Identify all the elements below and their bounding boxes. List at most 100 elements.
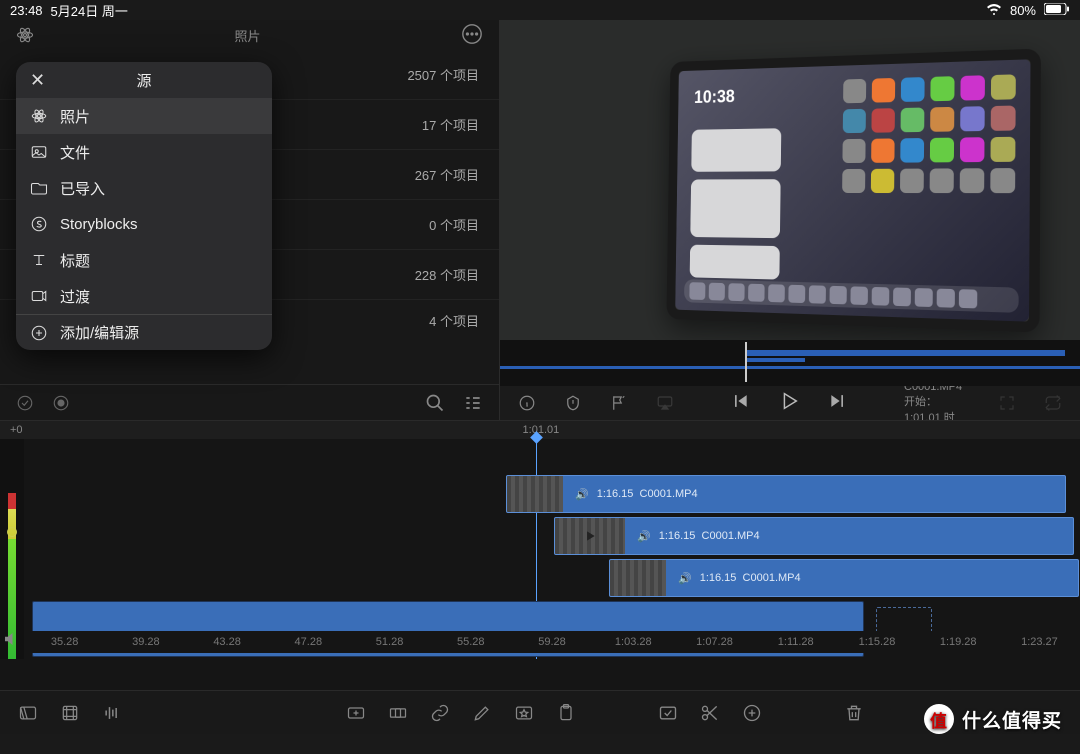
source-popover: ✕ 源 照片文件已导入 Storyblocks 标题过渡添加/编辑源 <box>16 62 272 350</box>
source-item-label: 添加/编辑源 <box>60 322 139 343</box>
source-item-plus[interactable]: 添加/编辑源 <box>16 314 272 350</box>
audio-bars-icon[interactable] <box>102 703 122 723</box>
tracks[interactable]: 🔊 1:16.15 C0001.MP4 🔊 1:16.15 C0001.MP4 … <box>0 439 1080 659</box>
ipad-mockup: 10:38 <box>666 49 1041 333</box>
ruler-tick: 1:23.27 <box>999 636 1080 648</box>
search-icon[interactable] <box>425 393 445 413</box>
star-box-icon[interactable] <box>514 703 534 723</box>
media-type-count: 4 个项目 <box>429 311 499 330</box>
add-rect-icon[interactable] <box>346 703 366 723</box>
airplay-icon[interactable] <box>656 394 674 412</box>
clip-thumb <box>610 560 666 596</box>
watermark-badge-icon: 值 <box>924 704 954 734</box>
play-icon[interactable] <box>778 390 800 417</box>
list-icon[interactable] <box>463 393 483 413</box>
ipad-time: 10:38 <box>694 87 735 108</box>
source-item-label: 文件 <box>60 142 90 163</box>
marker-icon[interactable] <box>564 394 582 412</box>
source-item-storyblocks[interactable]: Storyblocks <box>16 206 272 242</box>
record-icon[interactable] <box>52 394 70 412</box>
volume-icon[interactable] <box>2 630 20 651</box>
library-panel: 照片 2507 个项目 17 个项目 267 个项目 0 个项目 228 个项目… <box>0 20 500 420</box>
add-clip-icon[interactable] <box>18 703 38 723</box>
clipboard-icon[interactable] <box>556 703 576 723</box>
watermark-text: 什么值得买 <box>962 706 1062 733</box>
source-item-transition[interactable]: 过渡 <box>16 278 272 314</box>
row-count: 267 个项目 <box>415 165 479 184</box>
skip-fwd-icon[interactable] <box>828 391 848 416</box>
ruler-tick: 51.28 <box>349 636 430 648</box>
timecode: 1:01.01 <box>523 424 560 436</box>
ruler-tick: 55.28 <box>430 636 511 648</box>
speaker-icon: 🔊 <box>678 572 692 585</box>
source-item-file[interactable]: 文件 <box>16 134 272 170</box>
link-icon[interactable] <box>430 703 450 723</box>
library-toolbar <box>0 384 499 420</box>
library-header: 照片 <box>0 20 499 50</box>
file-icon <box>30 143 48 161</box>
plus-icon <box>30 324 48 342</box>
check-box-icon[interactable] <box>658 703 678 723</box>
wifi-icon <box>986 3 1002 18</box>
source-item-import[interactable]: 已导入 <box>16 170 272 206</box>
source-item-text[interactable]: 标题 <box>16 242 272 278</box>
ruler-tick: 47.28 <box>268 636 349 648</box>
loop-icon[interactable] <box>1044 394 1062 412</box>
row-count: 228 个项目 <box>415 265 479 284</box>
source-item-label: 标题 <box>60 250 90 271</box>
battery-icon <box>1044 3 1070 18</box>
ruler-tick: 39.28 <box>105 636 186 648</box>
ruler-tick: 1:15.28 <box>836 636 917 648</box>
source-item-photos[interactable]: 照片 <box>16 98 272 134</box>
timeline-ruler[interactable]: 35.2839.2843.2847.2851.2855.2859.281:03.… <box>24 631 1080 653</box>
source-item-label: 照片 <box>60 106 90 127</box>
flag-icon[interactable] <box>610 394 628 412</box>
playhead-mini[interactable] <box>745 342 747 382</box>
clip[interactable]: 🔊 1:16.15 C0001.MP4 <box>554 517 1074 555</box>
clip-name: C0001.MP4 <box>743 572 801 584</box>
pencil-icon[interactable] <box>472 703 492 723</box>
overlap-icon[interactable] <box>388 703 408 723</box>
clip-name: C0001.MP4 <box>702 530 760 542</box>
timeline-panel: +0 1:01.01 🔊 1:16.15 C0001.MP4 🔊 1:16.15… <box>0 420 1080 690</box>
clip[interactable]: 🔊 1:16.15 C0001.MP4 <box>609 559 1079 597</box>
offset-label: +0 <box>10 424 23 436</box>
photos-icon <box>30 107 48 125</box>
library-mode-label[interactable]: 照片 <box>34 26 461 45</box>
row-count: 2507 个项目 <box>407 65 479 84</box>
trash-icon[interactable] <box>844 703 864 723</box>
range-bar[interactable] <box>500 340 1080 386</box>
row-count: 0 个项目 <box>429 215 479 234</box>
import-icon <box>30 179 48 197</box>
scissors-icon[interactable] <box>700 703 720 723</box>
transition-icon <box>30 287 48 305</box>
preview-toolbar: 已选定：C0001.MP4 开始：1:01.01 时长：1:16.15 <box>500 386 1080 420</box>
more-button[interactable] <box>461 23 483 48</box>
skip-back-icon[interactable] <box>730 391 750 416</box>
atom-icon[interactable] <box>16 26 34 44</box>
source-item-label: 过渡 <box>60 286 90 307</box>
popover-title: 源 <box>136 70 151 91</box>
filmstrip-icon[interactable] <box>60 703 80 723</box>
info-icon[interactable] <box>518 394 536 412</box>
source-item-label: 已导入 <box>60 178 105 199</box>
preview-viewport[interactable]: 10:38 <box>500 20 1080 340</box>
ruler-tick: 1:19.28 <box>918 636 999 648</box>
row-count: 17 个项目 <box>422 115 479 134</box>
status-bar: 23:48 5月24日 周一 80% <box>0 0 1080 20</box>
clip-name: C0001.MP4 <box>640 488 698 500</box>
ruler-tick: 1:07.28 <box>674 636 755 648</box>
clip-thumb <box>507 476 563 512</box>
plus-circle-icon[interactable] <box>742 703 762 723</box>
clip[interactable]: 🔊 1:16.15 C0001.MP4 <box>506 475 1066 513</box>
audio-meter <box>0 439 24 659</box>
preview-panel: 10:38 <box>500 20 1080 420</box>
text-icon <box>30 251 48 269</box>
battery-pct: 80% <box>1010 3 1036 18</box>
bottom-toolbar <box>0 690 1080 734</box>
clip-dur: 1:16.15 <box>659 530 696 542</box>
checkmark-circle-icon[interactable] <box>16 394 34 412</box>
close-icon[interactable]: ✕ <box>30 70 45 91</box>
source-item-label: Storyblocks <box>60 216 138 233</box>
fullscreen-icon[interactable] <box>998 394 1016 412</box>
